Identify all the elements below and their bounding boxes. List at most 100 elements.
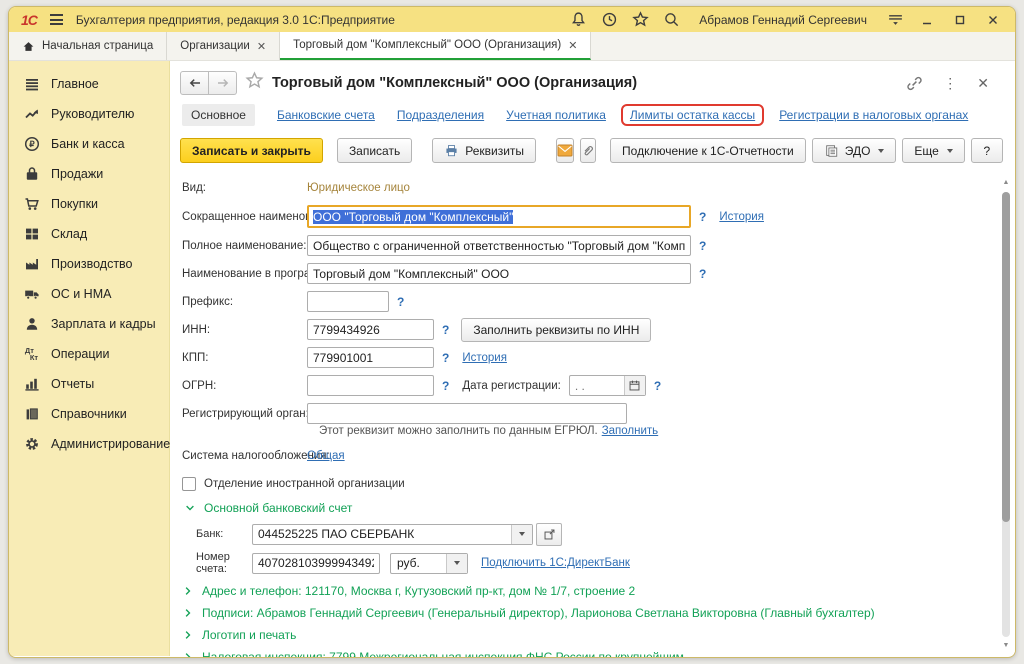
close-form-icon[interactable]: ✕ [977, 75, 989, 92]
directbank-link[interactable]: Подключить 1С:ДиректБанк [481, 557, 630, 569]
section-tax-inspection[interactable]: Налоговая инспекция: 7799 Межрегиональна… [182, 650, 1015, 658]
help-button[interactable]: ? [971, 138, 1003, 163]
sidebar-item-glavnoe[interactable]: Главное [9, 69, 169, 99]
tax-system-link[interactable]: Общая [307, 450, 345, 462]
sidebar-item-prodazhi[interactable]: Продажи [9, 159, 169, 189]
requisites-button[interactable]: Реквизиты [432, 138, 536, 163]
program-name-input[interactable] [307, 263, 691, 284]
more-button[interactable]: Еще [902, 138, 964, 163]
sidebar-item-zarplata-kadry[interactable]: Зарплата и кадры [9, 309, 169, 339]
foreign-branch-checkbox[interactable] [182, 477, 196, 491]
edo-dropdown-button[interactable]: ЭДО [812, 138, 897, 163]
maximize-button[interactable] [948, 9, 972, 31]
main-menu-icon[interactable] [50, 14, 63, 25]
section-signatures[interactable]: Подписи: Абрамов Геннадий Сергеевич (Ген… [182, 606, 1015, 620]
help-mark[interactable]: ? [397, 295, 404, 309]
nav-departments[interactable]: Подразделения [397, 108, 484, 122]
kpp-history-link[interactable]: История [462, 352, 507, 364]
card-sections-nav: Основное Банковские счета Подразделения … [170, 95, 1015, 128]
forward-button[interactable] [209, 71, 237, 95]
foreign-branch-row: Отделение иностранной организации [182, 473, 1015, 494]
send-email-button[interactable] [556, 138, 574, 163]
save-and-close-button[interactable]: Записать и закрыть [180, 138, 323, 163]
currency-combo: руб. [390, 553, 468, 574]
section-address-phone[interactable]: Адрес и телефон: 121170, Москва г, Кутуз… [182, 584, 1015, 598]
chevron-down-icon [947, 149, 953, 153]
help-mark[interactable]: ? [699, 210, 706, 224]
sidebar-item-spravochniki[interactable]: Справочники [9, 399, 169, 429]
ogrn-input[interactable] [307, 375, 434, 396]
reg-organ-input[interactable] [307, 403, 627, 424]
kpp-input[interactable] [307, 347, 434, 368]
help-mark[interactable]: ? [654, 379, 661, 393]
nav-accounting-policy[interactable]: Учетная политика [506, 108, 606, 122]
sidebar-item-os-nma[interactable]: ОС и НМА [9, 279, 169, 309]
nav-tax-registrations[interactable]: Регистрации в налоговых органах [779, 108, 968, 122]
chevron-down-icon [878, 149, 884, 153]
main-sections-sidebar: Главное Руководителю ₽ Банк и касса Прод… [9, 61, 170, 656]
help-mark[interactable]: ? [442, 323, 449, 337]
dropdown-arrow-icon[interactable] [511, 525, 532, 544]
chevron-right-icon [182, 651, 194, 658]
service-settings-icon[interactable] [884, 9, 906, 31]
sidebar-item-bank-kassa[interactable]: ₽ Банк и касса [9, 129, 169, 159]
account-number-input[interactable] [252, 553, 380, 574]
fill-by-inn-button[interactable]: Заполнить реквизиты по ИНН [461, 318, 651, 342]
currency-value: руб. [391, 556, 426, 570]
back-button[interactable] [180, 71, 209, 95]
get-link-icon[interactable] [906, 75, 923, 92]
favorites-star-icon[interactable] [629, 9, 651, 31]
sidebar-item-pokupki[interactable]: Покупки [9, 189, 169, 219]
scroll-down-arrow[interactable]: ▼ [1002, 642, 1010, 650]
scroll-up-arrow[interactable]: ▲ [1002, 179, 1010, 187]
scrollbar-thumb[interactable] [1002, 192, 1010, 522]
help-mark[interactable]: ? [699, 239, 706, 253]
full-name-input[interactable] [307, 235, 691, 256]
connect-1c-reporting-button[interactable]: Подключение к 1С-Отчетности [610, 138, 806, 163]
section-logo-stamp[interactable]: Логотип и печать [182, 628, 1015, 642]
tab-close-icon[interactable]: ✕ [568, 39, 577, 52]
dropdown-arrow-icon[interactable] [446, 554, 467, 573]
bank-section-header[interactable]: Основной банковский счет [184, 501, 1015, 515]
help-mark[interactable]: ? [442, 351, 449, 365]
sidebar-item-otchety[interactable]: Отчеты [9, 369, 169, 399]
nav-cash-limits[interactable]: Лимиты остатка кассы [630, 108, 755, 122]
help-mark[interactable]: ? [442, 379, 449, 393]
sidebar-item-rukovoditelyu[interactable]: Руководителю [9, 99, 169, 129]
save-button[interactable]: Записать [337, 138, 412, 163]
gear-icon [23, 436, 40, 453]
tab-close-icon[interactable]: ✕ [257, 40, 266, 53]
vertical-scrollbar[interactable]: ▲ ▼ [1001, 179, 1011, 650]
close-window-button[interactable] [981, 9, 1005, 31]
tab-organizations[interactable]: Организации ✕ [167, 32, 280, 60]
notifications-bell-icon[interactable] [567, 9, 589, 31]
short-name-history-link[interactable]: История [719, 211, 764, 223]
calendar-icon[interactable] [624, 376, 645, 395]
nav-bank-accounts[interactable]: Банковские счета [277, 108, 375, 122]
short-name-input[interactable]: ООО "Торговый дом "Комплексный" [307, 205, 691, 228]
bank-input[interactable] [253, 526, 511, 543]
sidebar-item-operacii[interactable]: ДтКт Операции [9, 339, 169, 369]
tax-system-label: Система налогообложения: [182, 450, 307, 462]
current-user-name[interactable]: Абрамов Геннадий Сергеевич [699, 13, 867, 27]
tab-home[interactable]: Начальная страница [9, 32, 167, 60]
history-icon[interactable] [598, 9, 620, 31]
egrul-fill-link[interactable]: Заполнить [602, 425, 658, 437]
inn-input[interactable] [307, 319, 434, 340]
sidebar-item-administrirovanie[interactable]: Администрирование [9, 429, 169, 459]
search-icon[interactable] [660, 9, 682, 31]
ogrn-label: ОГРН: [182, 380, 307, 392]
minimize-button[interactable] [915, 9, 939, 31]
prefix-input[interactable] [307, 291, 389, 312]
nav-main[interactable]: Основное [182, 104, 255, 126]
more-actions-icon[interactable]: ⋮ [943, 75, 957, 92]
attachments-button[interactable] [580, 138, 596, 163]
tab-organization-card[interactable]: Торговый дом "Комплексный" ООО (Организа… [280, 32, 591, 60]
sidebar-item-sklad[interactable]: Склад [9, 219, 169, 249]
reg-date-input[interactable] [570, 377, 624, 394]
sidebar-item-proizvodstvo[interactable]: Производство [9, 249, 169, 279]
program-name-label: Наименование в программе: [182, 268, 307, 280]
favorite-star-icon[interactable] [245, 71, 264, 95]
open-bank-button[interactable] [536, 523, 562, 546]
help-mark[interactable]: ? [699, 267, 706, 281]
